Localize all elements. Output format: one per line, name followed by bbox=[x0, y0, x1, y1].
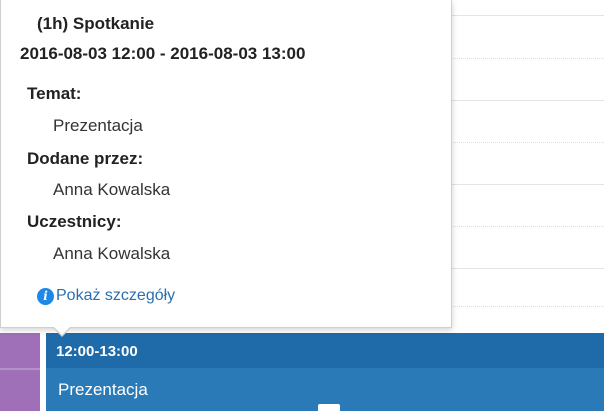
popover-arrow-inner bbox=[53, 326, 71, 335]
info-icon: i bbox=[37, 287, 54, 305]
field-value-added-by: Anna Kowalska bbox=[53, 180, 171, 199]
event-title: Prezentacja bbox=[58, 380, 148, 399]
field-label-topic: Temat: bbox=[27, 84, 82, 103]
popover-date-range: 2016-08-03 12:00 - 2016-08-03 13:00 bbox=[20, 44, 306, 63]
show-details-link[interactable]: i Pokaż szczegóły bbox=[37, 287, 175, 305]
popover-title: (1h) Spotkanie bbox=[37, 14, 155, 33]
strip-separator bbox=[0, 368, 40, 370]
adjacent-event-strip[interactable] bbox=[0, 333, 40, 411]
calendar-event[interactable]: 12:00-13:00 Prezentacja bbox=[46, 333, 604, 412]
event-time: 12:00-13:00 bbox=[56, 343, 138, 360]
field-label-added-by: Dodane przez: bbox=[27, 149, 144, 168]
show-details-label: Pokaż szczegóły bbox=[56, 287, 176, 304]
field-value-participants: Anna Kowalska bbox=[53, 244, 171, 263]
field-value-topic: Prezentacja bbox=[53, 116, 143, 135]
event-popover: (1h) Spotkanie 2016-08-03 12:00 - 2016-0… bbox=[0, 0, 452, 328]
field-label-participants: Uczestnicy: bbox=[27, 212, 122, 231]
